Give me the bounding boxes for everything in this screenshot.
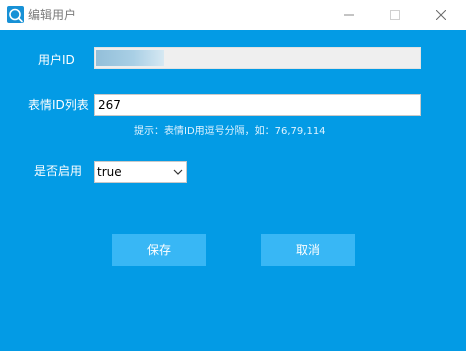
emoji-list-hint: 提示：表情ID用逗号分隔，如：76,79,114 — [134, 126, 326, 137]
minimize-button[interactable] — [326, 0, 372, 30]
edit-user-window: 编辑用户 用户ID 表情ID列表 267 提示：表情ID用逗号分隔，如：76,7… — [0, 0, 466, 351]
app-icon — [7, 6, 24, 23]
emoji-list-value: 267 — [98, 98, 121, 112]
enabled-label: 是否启用 — [34, 164, 83, 178]
user-id-field[interactable] — [94, 47, 421, 69]
minimize-icon — [344, 14, 354, 16]
maximize-button[interactable] — [372, 0, 418, 30]
emoji-list-label: 表情ID列表 — [28, 98, 89, 112]
maximize-icon — [390, 10, 400, 20]
enabled-value: true — [97, 165, 122, 179]
title-bar[interactable]: 编辑用户 — [0, 0, 466, 30]
chevron-down-icon — [173, 169, 183, 175]
user-id-label: 用户ID — [38, 53, 75, 67]
emoji-list-field[interactable]: 267 — [94, 94, 421, 116]
window-title: 编辑用户 — [28, 8, 77, 22]
cancel-button[interactable]: 取消 — [261, 234, 355, 266]
save-button[interactable]: 保存 — [112, 234, 206, 266]
close-icon — [436, 10, 446, 20]
close-button[interactable] — [418, 0, 464, 30]
redacted-user-id — [96, 50, 164, 66]
enabled-select[interactable]: true — [94, 161, 187, 183]
